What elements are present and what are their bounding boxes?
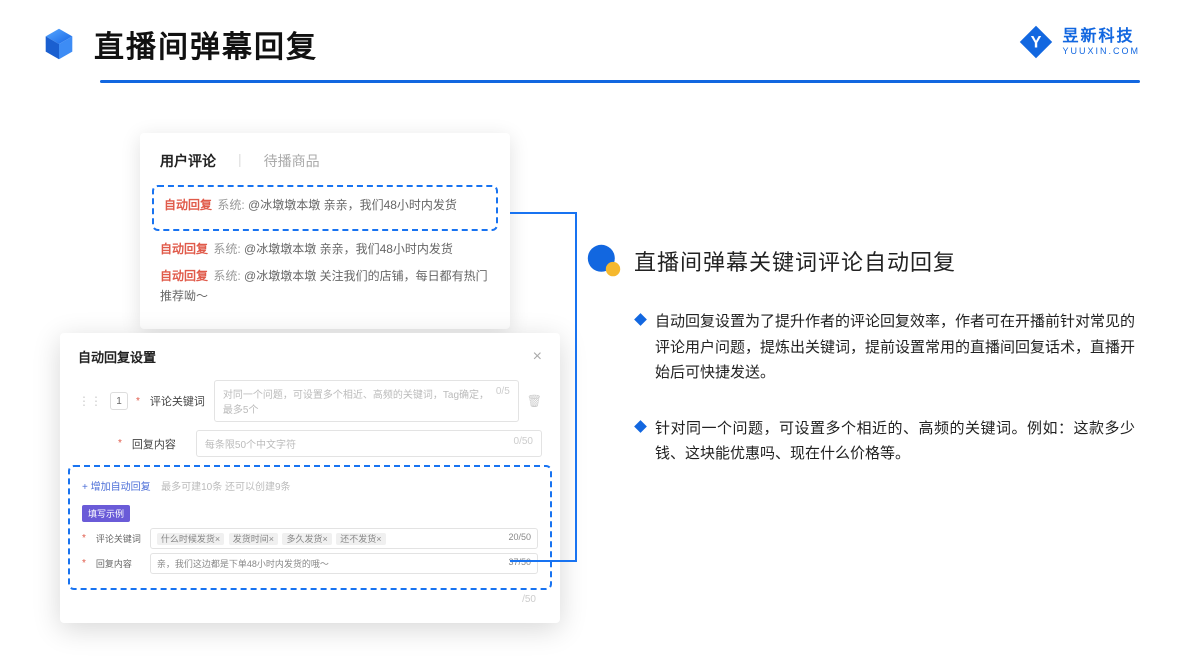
modal-title: 自动回复设置 — [78, 347, 156, 366]
settings-modal: 自动回复设置 × ⋮⋮ 1 * 评论关键词 对同一个问题，可设置多个相近、高频的… — [60, 333, 560, 623]
example-keyword-input: 什么时候发货× 发货时间× 多久发货× 还不发货× 20/50 — [150, 528, 538, 549]
add-reply-link[interactable]: + 增加自动回复 — [82, 482, 151, 493]
cube-icon — [40, 25, 78, 63]
stray-count: /50 — [78, 594, 542, 605]
index-badge: 1 — [110, 392, 128, 410]
section-title: 直播间弹幕关键词评论自动回复 — [634, 245, 956, 277]
close-icon[interactable]: × — [533, 348, 542, 366]
delete-icon[interactable]: 🗑 — [527, 394, 542, 408]
diamond-bullet-icon — [634, 313, 647, 326]
comment-row: 自动回复 系统: @冰墩墩本墩 亲亲，我们48小时内发货 — [160, 239, 490, 259]
logo-en: YUUXIN.COM — [1062, 47, 1140, 56]
diamond-bullet-icon — [634, 420, 647, 433]
bubble-icon — [586, 243, 622, 279]
example-badge: 填写示例 — [82, 505, 130, 522]
comments-card: 用户评论 | 待播商品 自动回复 系统: @冰墩墩本墩 亲亲，我们48小时内发货… — [140, 133, 510, 329]
brand-logo: Y 昱新科技 YUUXIN.COM — [1018, 24, 1140, 60]
page-title: 直播间弹幕回复 — [94, 22, 318, 66]
example-block: + 增加自动回复 最多可建10条 还可以创建9条 填写示例 * 评论关键词 什么… — [68, 465, 552, 590]
reply-input[interactable]: 每条限50个中文字符 0/50 — [196, 430, 542, 457]
tab-comments[interactable]: 用户评论 — [160, 151, 216, 171]
tab-products[interactable]: 待播商品 — [264, 151, 320, 171]
auto-reply-tag: 自动回复 — [164, 198, 212, 212]
bullet-item: 针对同一个问题，可设置多个相近的、高频的关键词。例如：这款多少钱、这块能优惠吗、… — [636, 416, 1156, 467]
logo-diamond-icon: Y — [1018, 24, 1054, 60]
svg-text:Y: Y — [1031, 33, 1042, 51]
drag-handle-icon[interactable]: ⋮⋮ — [78, 394, 102, 408]
example-reply-input: 亲，我们这边都是下单48小时内发货的哦～ 37/50 — [150, 553, 538, 574]
logo-cn: 昱新科技 — [1062, 29, 1140, 45]
keyword-input[interactable]: 对同一个问题，可设置多个相近、高频的关键词，Tag确定，最多5个 0/5 — [214, 380, 519, 422]
comment-row: 自动回复 系统: @冰墩墩本墩 关注我们的店铺，每日都有热门推荐呦～ — [160, 266, 490, 307]
bullet-item: 自动回复设置为了提升作者的评论回复效率，作者可在开播前针对常见的评论用户问题，提… — [636, 309, 1156, 386]
highlighted-comment: 自动回复 系统: @冰墩墩本墩 亲亲，我们48小时内发货 — [152, 185, 498, 231]
